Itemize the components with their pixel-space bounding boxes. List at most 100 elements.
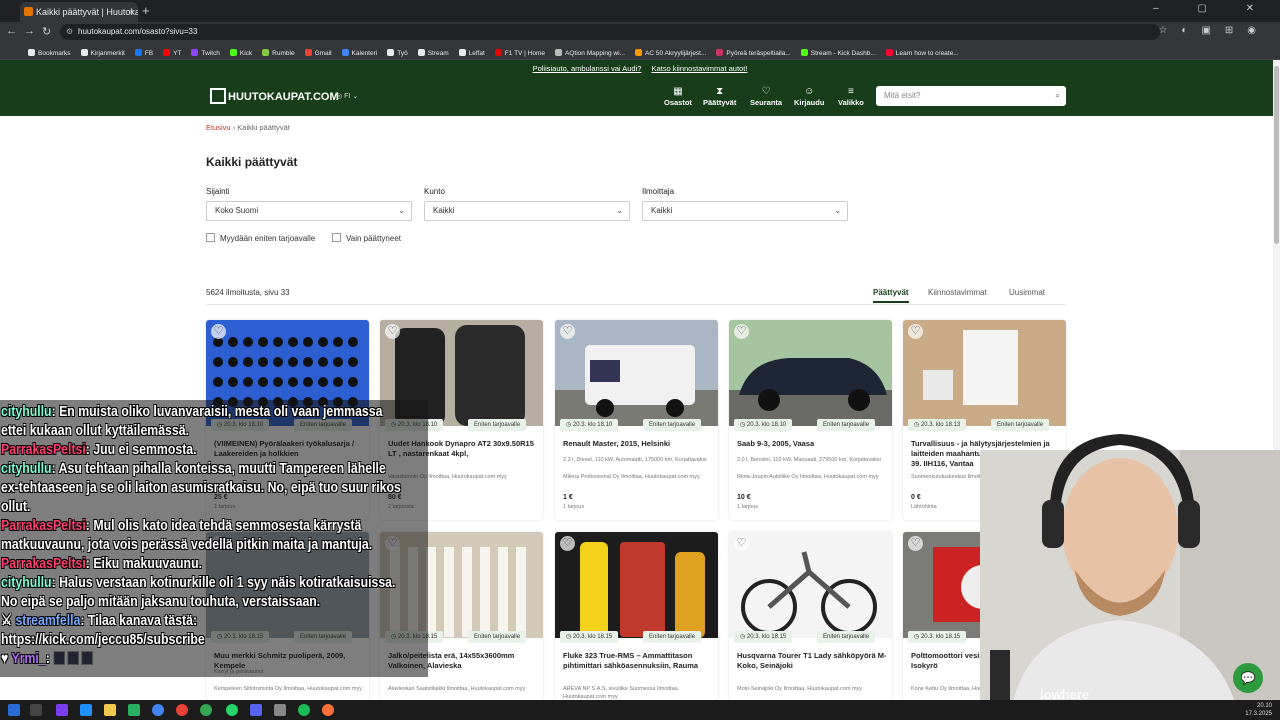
url-field[interactable]: ⚙ huutokaupat.com/osasto?sivu=33 <box>60 24 1160 40</box>
nav-kirjaudu[interactable]: ☺ Kirjaudu <box>794 86 824 107</box>
folder-icon[interactable] <box>104 704 116 716</box>
kunto-select[interactable]: Kaikki ⌄ <box>424 201 630 221</box>
bookmark-icon <box>229 49 237 56</box>
favorite-heart-icon[interactable]: ♡ <box>560 324 575 339</box>
whatsapp-icon[interactable] <box>226 704 238 716</box>
support-chat-button[interactable]: 💬 <box>1233 663 1263 693</box>
bookmark-item[interactable]: Kick <box>229 45 252 59</box>
window-controls[interactable]: – ▢ ✕ <box>1153 3 1272 14</box>
app-icon[interactable] <box>80 704 92 716</box>
search-input[interactable]: Mitä etsit? ⌕ <box>876 86 1066 106</box>
search-icon[interactable] <box>30 704 42 716</box>
back-icon[interactable]: ← <box>6 25 17 37</box>
chrome-icon[interactable] <box>200 704 212 716</box>
bookmark-item[interactable]: Stream <box>417 45 449 59</box>
breadcrumb-home[interactable]: Etusivu <box>206 123 231 132</box>
bookmark-item[interactable]: Bookmarks <box>28 45 71 59</box>
bookmark-icon <box>494 49 502 56</box>
scrollbar-thumb[interactable] <box>1274 66 1279 244</box>
browser-extension-icons[interactable]: ☆◐▣⊞◉ <box>1158 25 1270 36</box>
close-tab-icon[interactable]: × <box>129 2 134 22</box>
reload-icon[interactable]: ↻ <box>42 25 51 38</box>
new-tab-button[interactable]: + <box>142 2 150 20</box>
bookmark-item[interactable]: AC 50 Akryylijärjest... <box>635 45 706 59</box>
listing-card[interactable]: ♡ ◷ 20.3. klo 18.10 Eniten tarjoavalle Saab… <box>729 320 892 520</box>
browser-icon[interactable] <box>176 704 188 716</box>
listing-title[interactable]: Husqvarna Tourer T1 Lady sähköpyörä M-Ko… <box>737 651 887 671</box>
bookmark-item[interactable]: Gmail <box>304 45 332 59</box>
sort-tab-paattyvat[interactable]: Päättyvät <box>873 288 909 303</box>
app-icon[interactable] <box>274 704 286 716</box>
listing-card[interactable]: ♡ ◷ 20.3. klo 18.10 Eniten tarjoavalle Rena… <box>555 320 718 520</box>
favorite-heart-icon[interactable]: ♡ <box>385 324 400 339</box>
logo-icon <box>210 88 226 104</box>
nav-osastot[interactable]: ▦ Osastot <box>664 86 692 107</box>
chat-text: : Mul olis kato idea tehdä semmosesta kä… <box>85 517 362 534</box>
chat-text: : En muista oliko luvanvaraisii, mesta o… <box>51 403 383 420</box>
listing-image[interactable] <box>729 532 892 638</box>
browser-tab[interactable]: Kaikki päättyvät | Huutokaupat × <box>20 2 138 22</box>
nav-paattyvat[interactable]: ⧗ Päättyvät <box>703 86 736 107</box>
bookmark-item[interactable]: Learn how to create... <box>885 45 959 59</box>
listing-seller: Kempeleen Siltotoiminta Oy Ilmoittaa, Hu… <box>214 686 362 692</box>
sijainti-select[interactable]: Koko Suomi ⌄ <box>206 201 412 221</box>
bookmark-item[interactable]: FB <box>134 45 153 59</box>
language-selector[interactable]: ◎ FI ⌄ <box>336 92 358 100</box>
bookmark-item[interactable]: Pyöreä teräspeltiaila... <box>716 45 791 59</box>
forward-icon[interactable]: → <box>24 25 35 37</box>
listing-image[interactable] <box>903 320 1066 426</box>
nav-seuranta[interactable]: ♡ Seuranta <box>750 86 782 107</box>
listing-title[interactable]: Saab 9-3, 2005, Vaasa <box>737 439 887 449</box>
favorite-heart-icon[interactable]: ♡ <box>908 324 923 339</box>
system-clock[interactable]: 20.10 17.3.2025 <box>1245 702 1272 718</box>
sort-tab-uusimmat[interactable]: Uusimmat <box>1009 288 1045 297</box>
bookmark-item[interactable]: Kirjanmerkit <box>80 45 125 59</box>
discord-icon[interactable] <box>250 704 262 716</box>
bookmark-icon <box>458 49 466 56</box>
promo-link-police-car[interactable]: Poliisiauto, ambulanssi vai Audi? <box>533 64 642 73</box>
listing-image[interactable] <box>729 320 892 426</box>
sort-tab-kiinnostavimmat[interactable]: Kiinnostavimmat <box>928 288 987 297</box>
site-info-icon[interactable]: ⚙ <box>66 24 73 40</box>
app-icon[interactable] <box>128 704 140 716</box>
bot-icon: ⚔ <box>1 612 16 629</box>
bookmark-icon <box>555 49 563 56</box>
breadcrumb: Etusivu › Kaikki päättyvät <box>206 123 290 132</box>
chrome-icon[interactable] <box>152 704 164 716</box>
promo-link-interesting-cars[interactable]: Katso kiinnostavimmat autot! <box>652 64 748 73</box>
listing-image[interactable] <box>555 320 718 426</box>
firefox-icon[interactable] <box>322 704 334 716</box>
tab-title: Kaikki päättyvät | Huutokaupat <box>36 7 138 17</box>
favorite-heart-icon[interactable]: ♡ <box>908 536 923 551</box>
bookmark-icon <box>262 49 270 56</box>
bookmark-item[interactable]: YT <box>163 45 181 59</box>
favorite-heart-icon[interactable]: ♡ <box>734 536 749 551</box>
bookmark-item[interactable]: Stream - Kick Dashb... <box>800 45 876 59</box>
favorite-heart-icon[interactable]: ♡ <box>734 324 749 339</box>
bookmark-item[interactable]: Leffat <box>458 45 485 59</box>
favorite-heart-icon[interactable]: ♡ <box>560 536 575 551</box>
listing-image[interactable] <box>555 532 718 638</box>
favorite-heart-icon[interactable]: ♡ <box>211 324 226 339</box>
nav-valikko[interactable]: ≡ Valikko <box>838 86 864 107</box>
bookmark-item[interactable]: Kalenteri <box>341 45 377 59</box>
bookmark-item[interactable]: AQtion Mapping wi... <box>555 45 625 59</box>
listing-title[interactable]: Renault Master, 2015, Helsinki <box>563 439 713 449</box>
listing-title[interactable]: Fluke 323 True-RMS – Ammattitason pihtim… <box>563 651 713 671</box>
listing-card[interactable]: ♡ ◷ 20.3. klo 18.15 Eniten tarjoavalle Husq… <box>729 532 892 700</box>
chat-username: ParrakasPeltsi <box>1 555 86 572</box>
checkbox-highest-bid[interactable]: Myydään eniten tarjoavalle <box>206 233 315 243</box>
chat-username: Yrmi_ <box>11 650 46 667</box>
search-icon[interactable]: ⌕ <box>1056 86 1060 106</box>
bookmark-item[interactable]: F1 TV | Home <box>494 45 545 59</box>
start-icon[interactable] <box>8 704 20 716</box>
spotify-icon[interactable] <box>298 704 310 716</box>
bookmark-item[interactable]: Rumble <box>262 45 295 59</box>
ilmoittaja-select[interactable]: Kaikki ⌄ <box>642 201 848 221</box>
bookmark-item[interactable]: Työ <box>387 45 408 59</box>
site-logo[interactable]: HUUTOKAUPAT.COM <box>210 87 339 107</box>
checkbox-only-ended[interactable]: Vain päättyneet <box>332 233 401 243</box>
listing-card[interactable]: ♡ ◷ 20.3. klo 18.15 Eniten tarjoavalle Fluk… <box>555 532 718 700</box>
app-icon[interactable] <box>56 704 68 716</box>
bookmark-item[interactable]: Twitch <box>191 45 220 59</box>
